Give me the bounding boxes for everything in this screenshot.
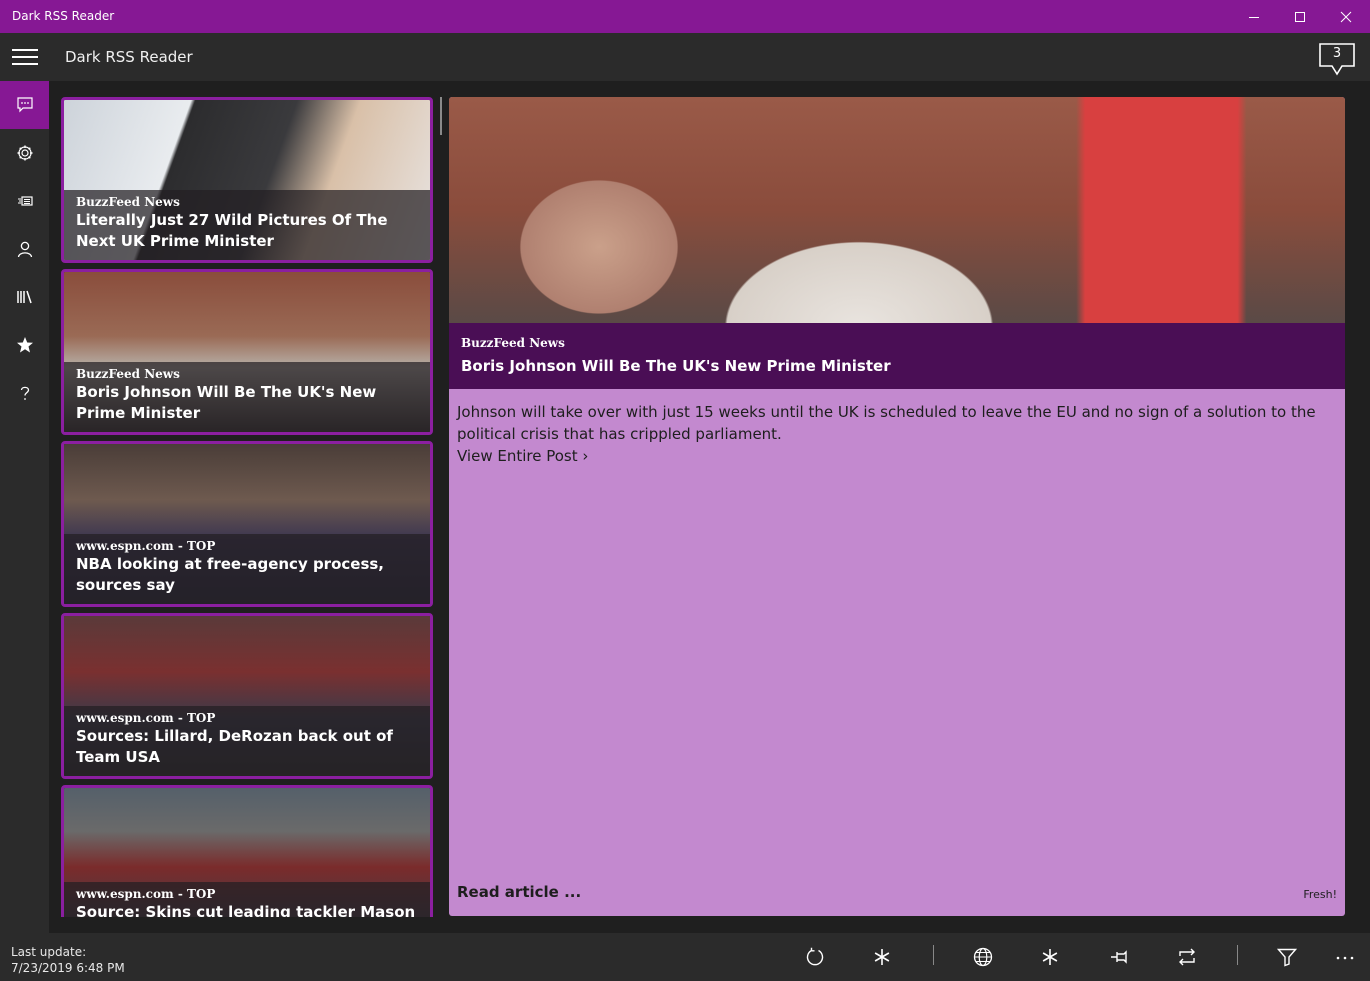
card-caption: www.espn.com - TOP NBA looking at free-a… (64, 534, 430, 604)
filter-button[interactable] (1267, 937, 1307, 977)
feed-card[interactable]: www.espn.com - TOP Source: Skins cut lea… (61, 785, 433, 917)
last-update-time: 7/23/2019 6:48 PM (11, 961, 125, 975)
article-source: BuzzFeed News (461, 336, 565, 350)
nav-item-sources[interactable] (0, 177, 49, 225)
card-caption: www.espn.com - TOP Source: Skins cut lea… (64, 882, 430, 917)
feed-list[interactable]: BuzzFeed News Literally Just 27 Wild Pic… (49, 81, 445, 917)
gear-icon (17, 145, 32, 161)
feed-card[interactable]: www.espn.com - TOP NBA looking at free-a… (61, 441, 433, 607)
card-source: BuzzFeed News (76, 195, 180, 209)
repeat-icon (1179, 948, 1195, 966)
feed-icon (16, 97, 33, 113)
view-entire-post-link[interactable]: View Entire Post › (457, 445, 1337, 467)
refresh-button[interactable] (795, 937, 835, 977)
maximize-button[interactable] (1277, 0, 1323, 33)
person-icon (17, 241, 32, 258)
card-source: www.espn.com - TOP (76, 539, 216, 553)
article-detail: BuzzFeed News Boris Johnson Will Be The … (449, 97, 1345, 916)
menu-button[interactable] (0, 33, 49, 81)
article-summary: Johnson will take over with just 15 week… (457, 403, 1316, 443)
feed-card[interactable]: BuzzFeed News Literally Just 27 Wild Pic… (61, 97, 433, 263)
card-title: Literally Just 27 Wild Pictures Of The N… (76, 211, 388, 250)
nav-item-favorites[interactable] (0, 321, 49, 369)
minimize-icon (1249, 16, 1259, 18)
refresh-icon (806, 947, 824, 966)
close-button[interactable] (1323, 0, 1369, 33)
nav-item-library[interactable] (0, 273, 49, 321)
nav-item-account[interactable] (0, 225, 49, 273)
help-icon (20, 386, 29, 400)
status-badge: Fresh! (1303, 888, 1337, 901)
filter-icon (1277, 948, 1297, 967)
repeat-button[interactable] (1167, 937, 1207, 977)
app-window: Dark RSS Reader Dark RSS Reader 3 BuzzFe… (0, 0, 1370, 981)
library-icon (16, 290, 32, 304)
last-update: Last update: 7/23/2019 6:48 PM (11, 944, 125, 976)
pin-icon (1111, 950, 1127, 964)
page-title: Dark RSS Reader (65, 48, 193, 66)
card-title: Source: Skins cut leading tackler Mason (76, 903, 416, 917)
card-source: www.espn.com - TOP (76, 711, 216, 725)
favorite-button[interactable] (1030, 937, 1070, 977)
maximize-icon (1295, 11, 1305, 22)
feed-card[interactable]: www.espn.com - TOP Sources: Lillard, DeR… (61, 613, 433, 779)
card-source: BuzzFeed News (76, 367, 180, 381)
article-header: BuzzFeed News Boris Johnson Will Be The … (449, 323, 1345, 389)
nav-rail (0, 81, 49, 933)
hamburger-icon (11, 49, 38, 65)
more-icon (1336, 956, 1354, 960)
command-separator (1237, 945, 1238, 965)
card-title: Sources: Lillard, DeRozan back out of Te… (76, 727, 393, 766)
last-update-label: Last update: (11, 945, 87, 959)
asterisk-icon (1042, 949, 1058, 965)
nav-item-feeds[interactable] (0, 81, 49, 129)
nav-item-help[interactable] (0, 369, 49, 417)
more-button[interactable] (1325, 937, 1365, 977)
command-bar: Last update: 7/23/2019 6:48 PM (0, 933, 1370, 981)
article-title: Boris Johnson Will Be The UK's New Prime… (461, 357, 891, 375)
command-separator (933, 945, 934, 965)
notification-button[interactable]: 3 (1318, 42, 1356, 76)
feed-card[interactable]: BuzzFeed News Boris Johnson Will Be The … (61, 269, 433, 435)
article-body: Johnson will take over with just 15 week… (457, 401, 1337, 467)
star-icon (16, 337, 33, 353)
read-article-link[interactable]: Read article ... (457, 883, 581, 901)
title-bar: Dark RSS Reader (0, 0, 1370, 33)
nav-item-settings[interactable] (0, 129, 49, 177)
pin-button[interactable] (1099, 937, 1139, 977)
notification-count: 3 (1332, 46, 1342, 61)
globe-icon (973, 947, 993, 967)
card-caption: BuzzFeed News Boris Johnson Will Be The … (64, 362, 430, 432)
article-hero-image (449, 97, 1345, 323)
card-caption: www.espn.com - TOP Sources: Lillard, DeR… (64, 706, 430, 776)
card-title: NBA looking at free-agency process, sour… (76, 555, 384, 594)
card-title: Boris Johnson Will Be The UK's New Prime… (76, 383, 377, 422)
card-caption: BuzzFeed News Literally Just 27 Wild Pic… (64, 190, 430, 260)
app-header: Dark RSS Reader 3 (0, 33, 1370, 81)
news-icon (17, 196, 33, 206)
close-icon (1340, 11, 1352, 22)
open-browser-button[interactable] (963, 937, 1003, 977)
feed-scrollbar[interactable] (440, 97, 442, 135)
window-title: Dark RSS Reader (12, 9, 115, 23)
card-source: www.espn.com - TOP (76, 887, 216, 901)
asterisk-icon (874, 949, 890, 965)
minimize-button[interactable] (1231, 0, 1277, 33)
mark-read-button[interactable] (862, 937, 902, 977)
